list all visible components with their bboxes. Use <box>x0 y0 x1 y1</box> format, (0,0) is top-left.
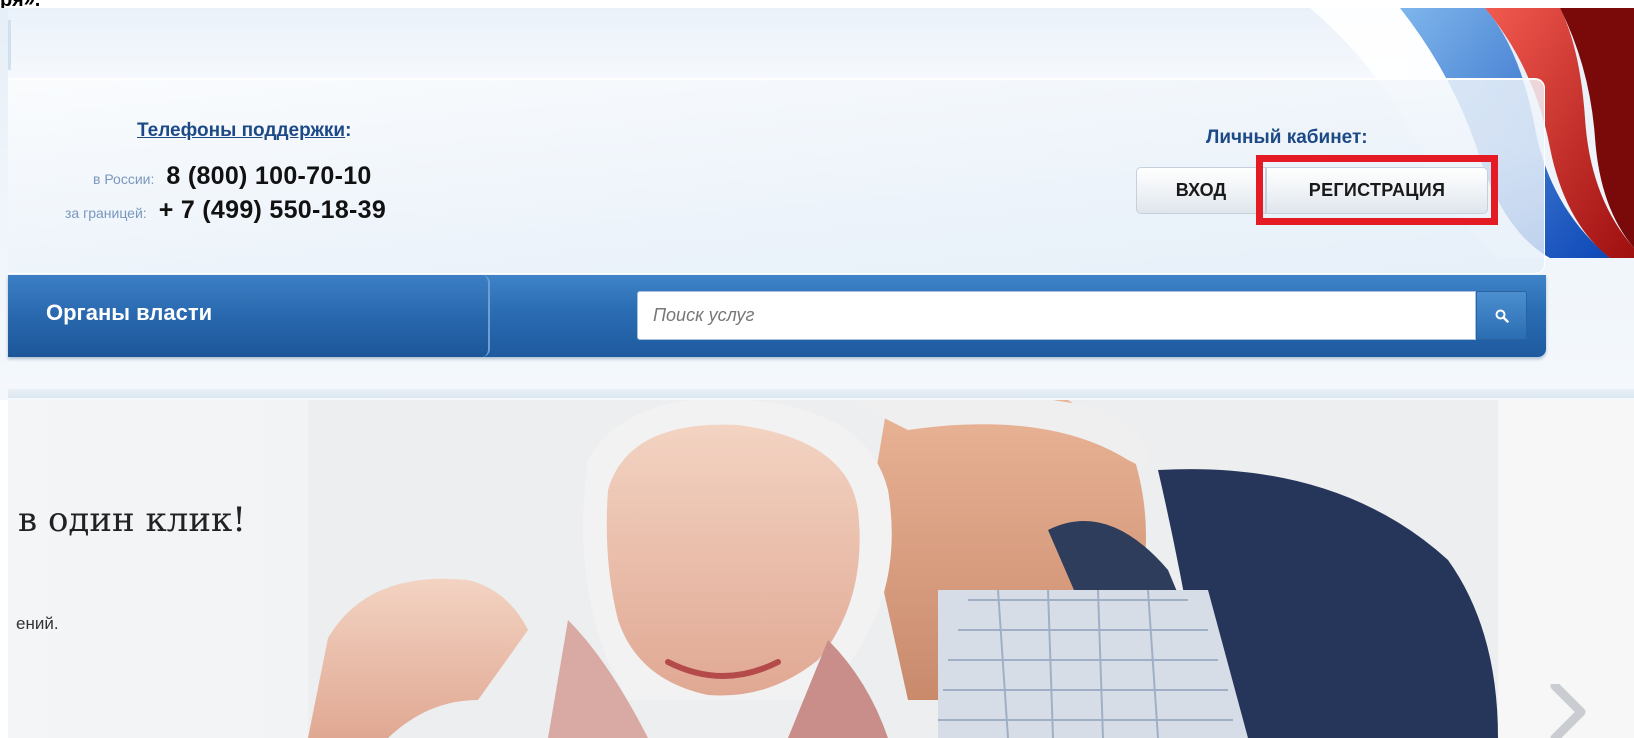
search-icon <box>1495 309 1509 323</box>
hero-title: в один клик! <box>18 500 246 540</box>
support-title[interactable]: Телефоны поддержки: <box>137 120 351 142</box>
login-button[interactable]: ВХОД <box>1136 167 1266 214</box>
register-highlight-frame <box>1256 155 1498 225</box>
russia-label: в России: <box>93 171 155 187</box>
hero-photo-elderly-couple <box>308 400 1498 738</box>
search-input[interactable] <box>637 291 1476 340</box>
nav-item-authorities-label: Органы власти <box>46 300 213 325</box>
russia-phone: 8 (800) 100-70-10 <box>166 162 372 190</box>
nav-item-authorities[interactable]: Органы власти <box>8 275 490 357</box>
carousel-next-button[interactable] <box>1545 681 1595 738</box>
abroad-label: за границей: <box>65 205 147 221</box>
header-left-edge <box>8 20 11 70</box>
support-row-russia: в России: 8 (800) 100-70-10 <box>93 162 480 191</box>
hero-banner[interactable]: в один клик! ений. <box>8 400 1498 738</box>
header-top-strip <box>8 8 1408 80</box>
support-row-abroad: за границей: + 7 (499) 550-18-39 <box>65 196 480 225</box>
abroad-phone: + 7 (499) 550-18-39 <box>158 196 387 224</box>
personal-cabinet-title: Личный кабинет: <box>1206 127 1368 148</box>
chevron-right-icon <box>1550 681 1586 738</box>
hero-text: ений. <box>16 614 59 633</box>
search-button[interactable] <box>1476 291 1527 340</box>
header-divider <box>8 389 1634 398</box>
